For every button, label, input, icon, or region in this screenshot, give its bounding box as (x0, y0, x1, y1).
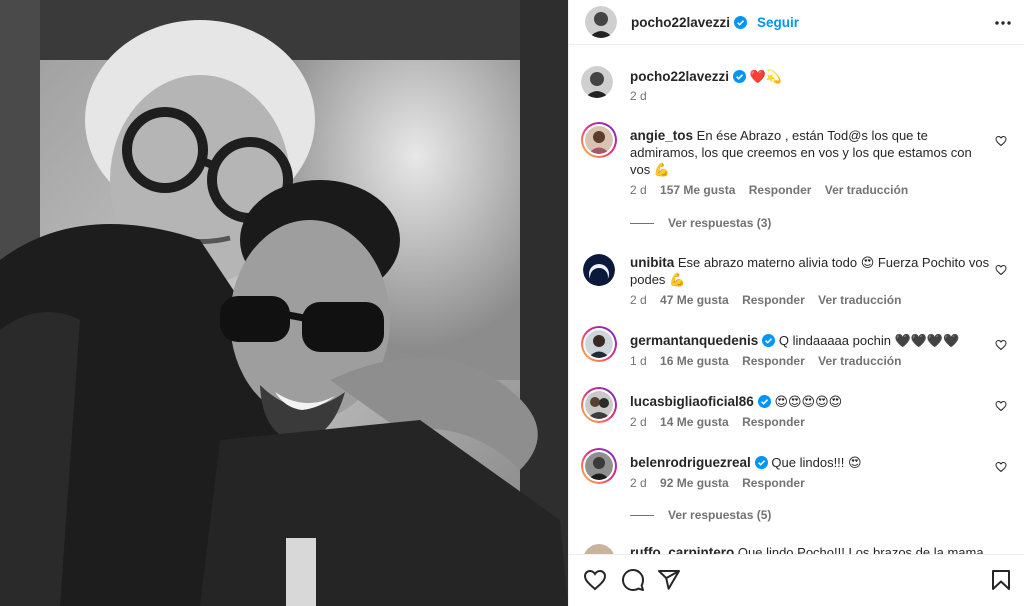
view-replies-button[interactable]: Ver respuestas (5) (630, 508, 771, 522)
verified-badge-icon (757, 395, 771, 408)
comment-text: Que lindos!!! 😍 (771, 455, 862, 470)
comment-like-heart-icon[interactable] (995, 461, 1007, 473)
caption-time[interactable]: 2 d (630, 89, 647, 103)
post-photo[interactable] (0, 0, 568, 606)
reply-button[interactable]: Responder (742, 476, 805, 490)
comment-time[interactable]: 1 d (630, 354, 647, 368)
comment-username[interactable]: germantanquedenis (630, 333, 758, 348)
post-sidebar: pocho22lavezzi Seguir pocho22lavezzi ❤️💫 (568, 0, 1024, 606)
view-replies-label: Ver respuestas (3) (668, 216, 772, 230)
heart-outline-icon[interactable] (583, 568, 607, 592)
comment-bubble-icon[interactable] (621, 568, 645, 592)
comment-text: 😍😍😍😍😍 (774, 394, 843, 409)
comment-time[interactable]: 2 d (630, 476, 647, 490)
comment-likes[interactable]: 14 Me gusta (660, 415, 729, 429)
comment-like-heart-icon[interactable] (995, 135, 1007, 147)
comment-item: lucasbigliaoficial86 😍😍😍😍😍 2 d 14 Me gus… (581, 387, 1013, 431)
comment-like-heart-icon[interactable] (995, 264, 1007, 276)
comment-body: unibita Ese abrazo materno alivia todo 😍… (630, 254, 995, 288)
comment-text: Ese abrazo materno alivia todo 😍 Fuerza … (630, 255, 990, 287)
follow-button[interactable]: Seguir (757, 15, 799, 30)
comment-body: lucasbigliaoficial86 😍😍😍😍😍 (630, 393, 995, 410)
reply-button[interactable]: Responder (742, 415, 805, 429)
comment-meta: 1 d 16 Me gusta Responder Ver traducción (630, 354, 911, 368)
comment-like-heart-icon[interactable] (995, 339, 1007, 351)
replies-divider (630, 223, 654, 225)
comments-list[interactable]: pocho22lavezzi ❤️💫 2 d angie_tos En ése … (569, 46, 1024, 554)
commenter-avatar[interactable] (581, 448, 617, 484)
author-avatar[interactable] (585, 6, 617, 38)
comment-meta: 2 d 92 Me gusta Responder (630, 476, 815, 490)
comment-text: Que lindo Pocho!!! Los brazos de la mama (737, 545, 984, 554)
comment-username[interactable]: lucasbigliaoficial86 (630, 394, 754, 409)
comment-text: Q lindaaaaa pochin 🖤🖤🖤🖤 (778, 333, 960, 348)
commenter-avatar[interactable] (581, 326, 617, 362)
comment-item: germantanquedenis Q lindaaaaa pochin 🖤🖤🖤… (581, 326, 1013, 370)
caption-avatar[interactable] (581, 66, 613, 98)
commenter-avatar[interactable] (581, 122, 617, 158)
translate-button[interactable]: Ver traducción (818, 354, 901, 368)
post-modal: pocho22lavezzi Seguir pocho22lavezzi ❤️💫 (0, 0, 1024, 606)
comment-like-heart-icon[interactable] (995, 400, 1007, 412)
comment-username[interactable]: angie_tos (630, 128, 693, 143)
comment-body: ruffo_carpintero Que lindo Pocho!!! Los … (630, 544, 995, 554)
verified-badge-icon (733, 70, 747, 83)
reply-button[interactable]: Responder (742, 354, 805, 368)
comment-likes[interactable]: 16 Me gusta (660, 354, 729, 368)
verified-badge-icon (762, 334, 776, 347)
verified-badge-icon (754, 456, 768, 469)
translate-button[interactable]: Ver traducción (825, 183, 908, 197)
comment-meta: 2 d 14 Me gusta Responder (630, 415, 815, 429)
comment-username[interactable]: unibita (630, 255, 674, 270)
comment-time[interactable]: 2 d (630, 183, 647, 197)
comment-body: germantanquedenis Q lindaaaaa pochin 🖤🖤🖤… (630, 332, 995, 349)
caption-body: pocho22lavezzi ❤️💫 (630, 68, 995, 85)
post-actions (569, 554, 1024, 606)
view-replies-button[interactable]: Ver respuestas (3) (630, 216, 771, 230)
post-photo-image (0, 0, 568, 606)
comment-likes[interactable]: 157 Me gusta (660, 183, 735, 197)
caption-meta: 2 d (630, 89, 657, 103)
comment-body: angie_tos En ése Abrazo , están Tod@s lo… (630, 127, 995, 178)
comment-item: angie_tos En ése Abrazo , están Tod@s lo… (581, 122, 1013, 202)
comment-body: belenrodriguezreal Que lindos!!! 😍 (630, 454, 995, 471)
view-replies-label: Ver respuestas (5) (668, 508, 772, 522)
translate-button[interactable]: Ver traducción (818, 293, 901, 307)
comment-time[interactable]: 2 d (630, 293, 647, 307)
author-username[interactable]: pocho22lavezzi (631, 15, 730, 30)
comment-item: belenrodriguezreal Que lindos!!! 😍 2 d 9… (581, 448, 1013, 492)
reply-button[interactable]: Responder (749, 183, 812, 197)
comment-item: ruffo_carpintero Que lindo Pocho!!! Los … (581, 542, 1013, 554)
paper-plane-icon[interactable] (657, 568, 681, 592)
comment-time[interactable]: 2 d (630, 415, 647, 429)
replies-divider (630, 515, 654, 517)
comment-meta: 2 d 157 Me gusta Responder Ver traducció… (630, 183, 918, 197)
post-header: pocho22lavezzi Seguir (569, 0, 1024, 45)
caption-text: ❤️💫 (749, 69, 783, 84)
comment-meta: 2 d 47 Me gusta Responder Ver traducción (630, 293, 911, 307)
more-horizontal-icon[interactable] (993, 13, 1013, 33)
commenter-avatar[interactable] (581, 387, 617, 423)
bookmark-icon[interactable] (989, 568, 1013, 592)
comment-likes[interactable]: 47 Me gusta (660, 293, 729, 307)
commenter-avatar[interactable] (581, 542, 617, 554)
reply-button[interactable]: Responder (742, 293, 805, 307)
comment-item: unibita Ese abrazo materno alivia todo 😍… (581, 252, 1013, 312)
commenter-avatar[interactable] (581, 252, 617, 288)
caption-username[interactable]: pocho22lavezzi (630, 69, 729, 84)
comment-username[interactable]: ruffo_carpintero (630, 545, 734, 554)
comment-likes[interactable]: 92 Me gusta (660, 476, 729, 490)
comment-username[interactable]: belenrodriguezreal (630, 455, 751, 470)
verified-badge-icon (734, 15, 748, 29)
post-caption: pocho22lavezzi ❤️💫 2 d (581, 66, 1013, 106)
